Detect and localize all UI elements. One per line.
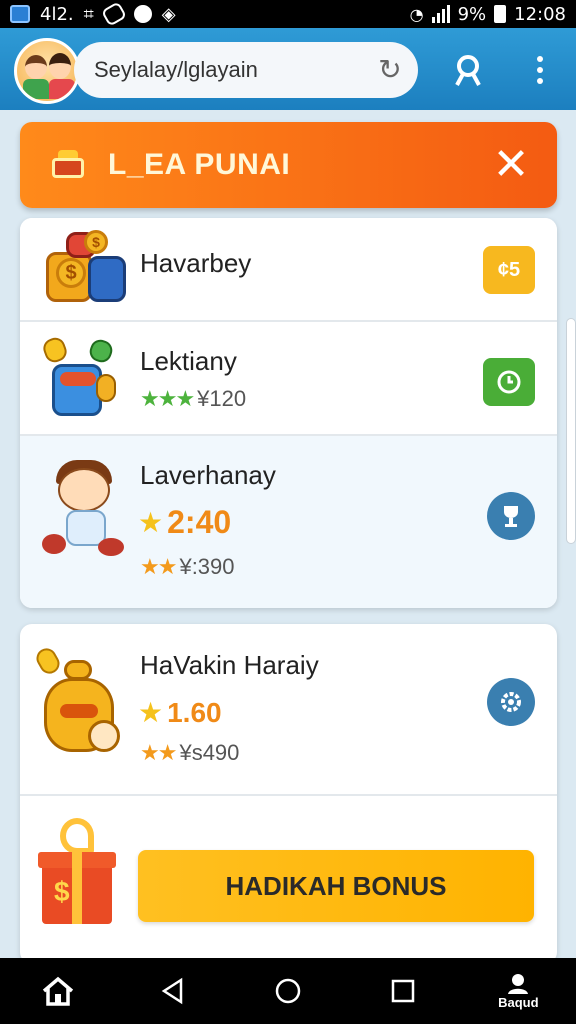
recents-button[interactable]	[373, 963, 433, 1019]
home-circle-icon	[275, 978, 301, 1004]
home-button[interactable]	[28, 963, 88, 1019]
home-circle-button[interactable]	[258, 963, 318, 1019]
honey-pot-mascot-icon	[32, 644, 134, 778]
back-button[interactable]	[143, 963, 203, 1019]
item-rating-value: 2:40	[167, 504, 232, 540]
wifi-icon: ◔	[409, 4, 424, 24]
bonus-button-label: HADIKAH BONUS	[225, 870, 447, 901]
status-right: ◔ 9% 12:08	[410, 4, 566, 25]
grid-notification-icon: ⌗	[83, 3, 94, 25]
rating-stars: ★★★	[140, 386, 195, 411]
circle-notification-icon	[133, 5, 152, 23]
shield-notification-icon	[100, 1, 127, 27]
gift-icon: $	[38, 816, 118, 932]
item-price: ¥120	[197, 386, 247, 411]
reward-list: $ $ Havarbey ¢5 Lektiany ★★★ ¥120 Laverh…	[20, 218, 557, 608]
item-subtitle: ★★ ¥:390	[140, 554, 235, 580]
item-title: Havarbey	[140, 248, 252, 278]
user-icon	[508, 973, 529, 994]
rating-stars: ★★	[140, 554, 177, 579]
item-rating: ★ 1.60	[138, 696, 222, 729]
status-bar: 4l2. ⌗ ◈ ◔ 9% 12:08	[0, 0, 576, 28]
item-price: ¥:390	[179, 554, 235, 579]
item-action-label: ¢5	[497, 258, 521, 281]
app-bar: Seylalay/lglayain ↻	[0, 28, 576, 110]
back-triangle-icon	[161, 977, 183, 1005]
list-item[interactable]: Laverhanay ★ 2:40 ★★ ¥:390	[20, 436, 557, 608]
item-action-button[interactable]	[483, 358, 535, 406]
gear-icon	[501, 692, 521, 712]
divider	[20, 794, 557, 796]
list-item[interactable]: Lektiany ★★★ ¥120	[20, 322, 557, 436]
item-action-button[interactable]	[487, 678, 535, 726]
profile-button[interactable]	[448, 50, 488, 90]
item-rating: ★ 2:40	[138, 504, 231, 541]
profile-nav-button[interactable]: Baqud	[488, 963, 548, 1019]
bonus-card: HaVakin Haraiy ★ 1.60 ★★ ¥s490 $ HADIKAH…	[20, 624, 557, 964]
close-banner-button[interactable]: ✕	[489, 143, 533, 187]
list-item[interactable]: $ $ Havarbey ¢5	[20, 218, 557, 322]
overflow-menu-button[interactable]	[520, 50, 560, 90]
item-rating-value: 1.60	[167, 696, 222, 728]
battery-icon	[494, 5, 507, 23]
clock-icon	[497, 370, 521, 394]
banner-title: L_EA PUNAI	[108, 148, 291, 181]
profile-nav-label: Baqud	[498, 994, 539, 1010]
item-title: Laverhanay	[140, 460, 276, 490]
item-title: HaVakin Haraiy	[140, 650, 319, 680]
star-icon: ★	[138, 697, 164, 728]
rating-stars: ★★	[140, 740, 177, 765]
trophy-icon	[504, 506, 518, 527]
user-icon	[455, 55, 481, 86]
gift-box-icon	[48, 148, 88, 182]
system-nav-bar: Baqud	[0, 958, 576, 1024]
gallery-notification-icon	[10, 5, 30, 23]
item-title: Lektiany	[140, 346, 237, 376]
item-price: ¥s490	[179, 740, 240, 765]
signal-icon	[431, 5, 450, 23]
bonus-button[interactable]: HADIKAH BONUS	[138, 850, 534, 922]
item-action-button[interactable]: ¢5	[483, 246, 535, 294]
search-input-value[interactable]: Seylalay/lglayain	[94, 57, 376, 83]
scroll-indicator[interactable]	[566, 318, 576, 544]
item-subtitle: ★★ ¥s490	[140, 740, 239, 766]
search-input[interactable]: Seylalay/lglayain ↻	[74, 42, 418, 98]
tag-notification-icon: ◈	[161, 3, 176, 25]
star-icon: ★	[138, 507, 164, 538]
status-left: 4l2. ⌗ ◈	[10, 1, 176, 27]
battery-percent: 9%	[457, 3, 487, 25]
more-vert-icon	[537, 56, 543, 84]
home-icon	[42, 976, 73, 1006]
promo-banner[interactable]: L_EA PUNAI ✕	[20, 122, 557, 208]
item-subtitle: ★★★ ¥120	[140, 386, 246, 412]
avatar[interactable]	[14, 38, 80, 104]
recents-square-icon	[391, 979, 415, 1003]
toy-bucket-icon	[40, 334, 132, 426]
money-bags-icon: $ $	[42, 228, 132, 318]
running-kid-icon	[42, 458, 132, 568]
item-action-button[interactable]	[487, 492, 535, 540]
clock: 12:08	[514, 3, 566, 25]
close-icon: ✕	[492, 140, 530, 189]
status-left-text: 4l2.	[40, 3, 74, 25]
refresh-icon[interactable]: ↻	[376, 56, 404, 84]
